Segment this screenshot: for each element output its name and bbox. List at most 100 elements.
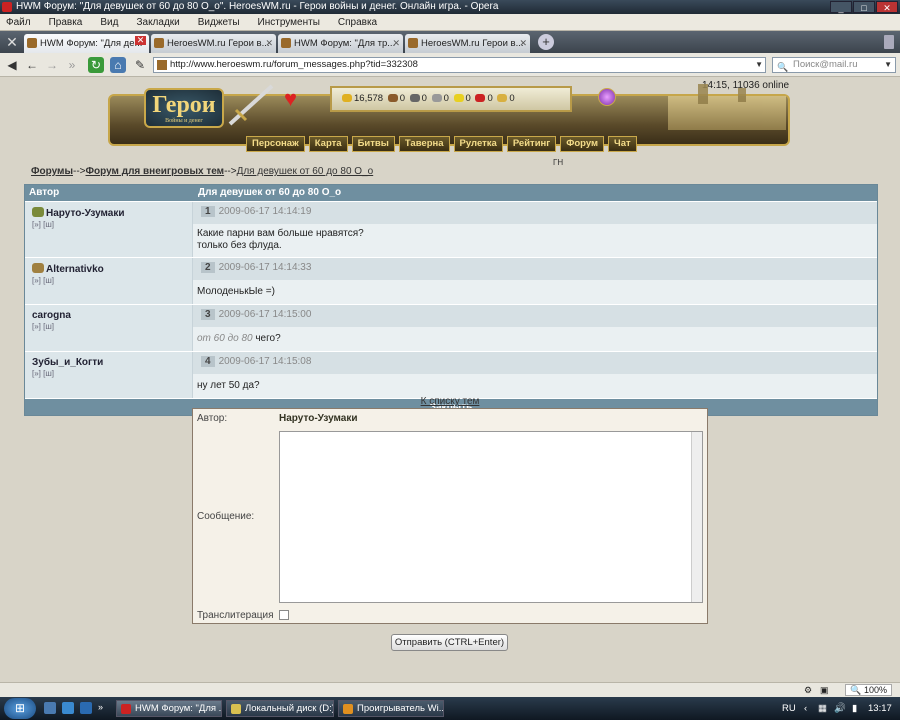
address-field[interactable]: http://www.heroeswm.ru/forum_messages.ph… <box>153 57 766 73</box>
menu-bookmarks[interactable]: Закладки <box>136 14 179 30</box>
new-tab-button[interactable]: + <box>538 34 554 50</box>
chevron-down-icon[interactable]: ▼ <box>884 58 892 72</box>
nav-roulette[interactable]: Рулетка <box>453 136 503 152</box>
menu-tools[interactable]: Инструменты <box>258 14 320 30</box>
nav-character[interactable]: Персонаж <box>246 136 305 152</box>
task-explorer[interactable]: Локальный диск (D:) <box>226 700 334 717</box>
close-tab-icon[interactable]: ✕ <box>135 36 146 45</box>
favicon-icon <box>154 38 164 48</box>
task-opera[interactable]: HWM Форум: "Для ... <box>116 700 222 717</box>
nav-chat[interactable]: Чат <box>608 136 637 152</box>
speed-dial-icon[interactable]: ⚙ <box>804 685 814 695</box>
mercury-value: 0 <box>443 93 449 104</box>
search-icon: 🔍 <box>777 62 789 72</box>
breadcrumb-section[interactable]: Форум для внеигровых тем <box>86 166 225 177</box>
breadcrumb-forums[interactable]: Форумы <box>31 166 73 177</box>
close-tab-icon[interactable]: ✕ <box>265 34 273 53</box>
author-links[interactable]: [»] [ш] <box>32 276 185 285</box>
post-time: 2009-06-17 14:14:19 <box>218 206 312 217</box>
nav-battles[interactable]: Битвы <box>351 136 395 152</box>
task-player[interactable]: Проигрыватель Wi... <box>338 700 444 717</box>
language-indicator[interactable]: RU <box>782 697 796 720</box>
wood-icon <box>387 94 398 103</box>
taskbar: ⊞ » HWM Форум: "Для ... Локальный диск (… <box>0 697 900 720</box>
wood-value: 0 <box>399 93 405 104</box>
post-number[interactable]: 4 <box>201 356 215 367</box>
menu-edit[interactable]: Правка <box>49 14 83 30</box>
expand-icon[interactable]: » <box>98 702 110 714</box>
tab-1[interactable]: HWM Форум: "Для де... ✕ <box>24 34 149 53</box>
breadcrumb-topic[interactable]: Для девушек от 60 до 80 О_о <box>237 166 374 177</box>
sulfur-value: 0 <box>465 93 471 104</box>
tab-3[interactable]: HWM Форум: "Для тр... ✕ <box>278 34 403 53</box>
zoom-control[interactable]: 🔍 100% <box>845 684 892 696</box>
post-author[interactable]: Alternativko <box>32 263 185 275</box>
network-icon[interactable]: ▦ <box>818 697 827 720</box>
author-links[interactable]: [»] [ш] <box>32 322 185 331</box>
gems-icon <box>497 94 508 103</box>
tray-clock[interactable]: 13:17 <box>868 697 892 720</box>
author-links[interactable]: [»] [ш] <box>32 220 185 229</box>
close-window-button[interactable]: ✕ <box>876 1 898 13</box>
tab-2[interactable]: HeroesWM.ru Герои в... ✕ <box>151 34 276 53</box>
ie-icon[interactable] <box>62 702 74 714</box>
search-input[interactable]: 🔍 Поиск@mail.ru ▼ <box>772 57 896 73</box>
site-favicon-icon <box>157 60 167 70</box>
forward-arrow-icon[interactable]: → <box>44 57 60 73</box>
game-logo[interactable]: Герои Войны и денег <box>144 88 224 128</box>
nav-map[interactable]: Карта <box>308 136 348 152</box>
post-author[interactable]: Зубы_и_Когти <box>32 357 185 368</box>
battery-icon[interactable]: ▮ <box>852 697 857 720</box>
window-controls: _ □ ✕ <box>830 1 898 13</box>
media-player-icon[interactable] <box>80 702 92 714</box>
game-nav: Персонаж Карта Битвы Таверна Рулетка Рей… <box>246 136 637 152</box>
tab-label: HeroesWM.ru Герои в... <box>421 38 524 49</box>
show-desktop-icon[interactable] <box>44 702 56 714</box>
topic-column-header: Для девушек от 60 до 80 О_о <box>198 187 342 198</box>
translit-label: Транслитерация <box>197 610 274 621</box>
nav-rating[interactable]: Рейтинг <box>506 136 557 152</box>
nav-forum[interactable]: Форум <box>560 136 605 152</box>
post-author-cell: Alternativko [»] [ш] <box>25 258 193 304</box>
textarea-scrollbar[interactable] <box>691 432 702 602</box>
view-icon[interactable]: ▣ <box>820 685 830 695</box>
minimize-button[interactable]: _ <box>830 1 852 13</box>
post-number[interactable]: 3 <box>201 309 215 320</box>
logo-subtitle: Войны и денег <box>165 118 203 124</box>
post-author[interactable]: Наруто-Узумаки <box>32 207 185 219</box>
tab-label: HWM Форум: "Для тр... <box>294 38 396 49</box>
edit-icon[interactable]: ✎ <box>132 57 148 73</box>
post-number[interactable]: 1 <box>201 206 215 217</box>
author-links[interactable]: [»] [ш] <box>32 369 185 378</box>
post-meta: 2 2009-06-17 14:14:33 <box>193 258 877 280</box>
back-arrow-icon[interactable]: ← <box>24 57 40 73</box>
close-tab-icon[interactable]: ✕ <box>392 34 400 53</box>
post-body: ну лет 50 да? <box>193 374 877 398</box>
back-icon[interactable]: ◀ <box>4 57 20 73</box>
fast-forward-icon[interactable]: » <box>64 57 80 73</box>
tray-expand-icon[interactable]: ‹ <box>804 697 807 720</box>
volume-icon[interactable]: 🔊 <box>834 697 846 720</box>
close-tab-icon[interactable]: ✕ <box>519 34 527 53</box>
tab-label: HWM Форум: "Для де... <box>40 38 143 49</box>
send-button[interactable]: Отправить (CTRL+Enter) <box>391 634 508 651</box>
trash-icon[interactable] <box>884 35 894 49</box>
translit-checkbox[interactable] <box>279 610 289 620</box>
start-button[interactable]: ⊞ <box>4 698 36 719</box>
reload-icon[interactable]: ↻ <box>88 57 104 73</box>
chevron-down-icon[interactable]: ▼ <box>755 58 763 72</box>
nav-tavern[interactable]: Таверна <box>398 136 450 152</box>
menu-widgets[interactable]: Виджеты <box>198 14 240 30</box>
post-number[interactable]: 2 <box>201 262 215 273</box>
menu-view[interactable]: Вид <box>100 14 118 30</box>
home-icon[interactable]: ⌂ <box>110 57 126 73</box>
post-author[interactable]: carogna <box>32 310 185 321</box>
back-to-topics-link[interactable]: К списку тем <box>0 396 900 407</box>
message-textarea[interactable] <box>279 431 703 603</box>
menu-help[interactable]: Справка <box>338 14 377 30</box>
tab-4[interactable]: HeroesWM.ru Герои в... ✕ <box>405 34 530 53</box>
menu-file[interactable]: Файл <box>6 14 31 30</box>
maximize-button[interactable]: □ <box>853 1 875 13</box>
tab-label: HeroesWM.ru Герои в... <box>167 38 270 49</box>
tools-icon[interactable]: ✕ <box>0 31 24 53</box>
